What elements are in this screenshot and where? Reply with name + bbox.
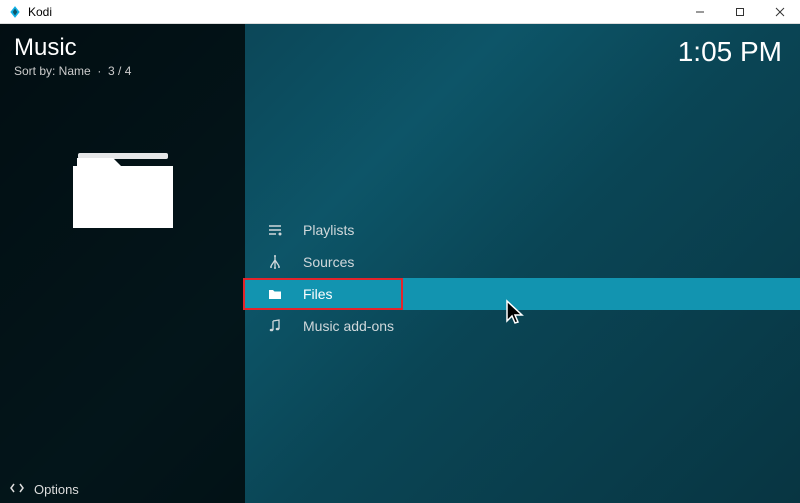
page-title: Music [14, 34, 231, 62]
menu-item-music-addons[interactable]: Music add-ons [245, 310, 800, 342]
clock: 1:05 PM [678, 36, 782, 68]
sort-info: Sort by: Name · 3 / 4 [14, 64, 231, 78]
sidebar-header: Music Sort by: Name · 3 / 4 [0, 24, 245, 78]
menu-list: Playlists Sources Files Music add-ons [245, 214, 800, 342]
app-area: Music Sort by: Name · 3 / 4 Options 1:05… [0, 24, 800, 503]
menu-item-files[interactable]: Files [245, 278, 800, 310]
maximize-button[interactable] [720, 0, 760, 24]
folder-icon [265, 284, 285, 304]
menu-item-label: Music add-ons [303, 318, 394, 334]
menu-item-label: Playlists [303, 222, 354, 238]
music-note-icon [265, 316, 285, 336]
options-button[interactable]: Options [0, 475, 245, 503]
menu-item-sources[interactable]: Sources [245, 246, 800, 278]
window-title: Kodi [28, 5, 52, 19]
window-titlebar: Kodi [0, 0, 800, 24]
list-position: 3 / 4 [108, 64, 131, 78]
close-button[interactable] [760, 0, 800, 24]
window-controls [680, 0, 800, 24]
folder-preview-icon [0, 138, 245, 238]
sources-icon [265, 252, 285, 272]
options-label: Options [34, 482, 79, 497]
menu-item-label: Files [303, 286, 333, 302]
options-expand-icon [10, 482, 24, 497]
minimize-button[interactable] [680, 0, 720, 24]
sort-label: Sort by: Name [14, 64, 91, 78]
menu-item-label: Sources [303, 254, 354, 270]
sidebar: Music Sort by: Name · 3 / 4 Options [0, 24, 245, 503]
playlist-icon [265, 220, 285, 240]
kodi-logo-icon [8, 5, 22, 19]
menu-item-playlists[interactable]: Playlists [245, 214, 800, 246]
main-area: 1:05 PM Playlists Sources Files [245, 24, 800, 503]
